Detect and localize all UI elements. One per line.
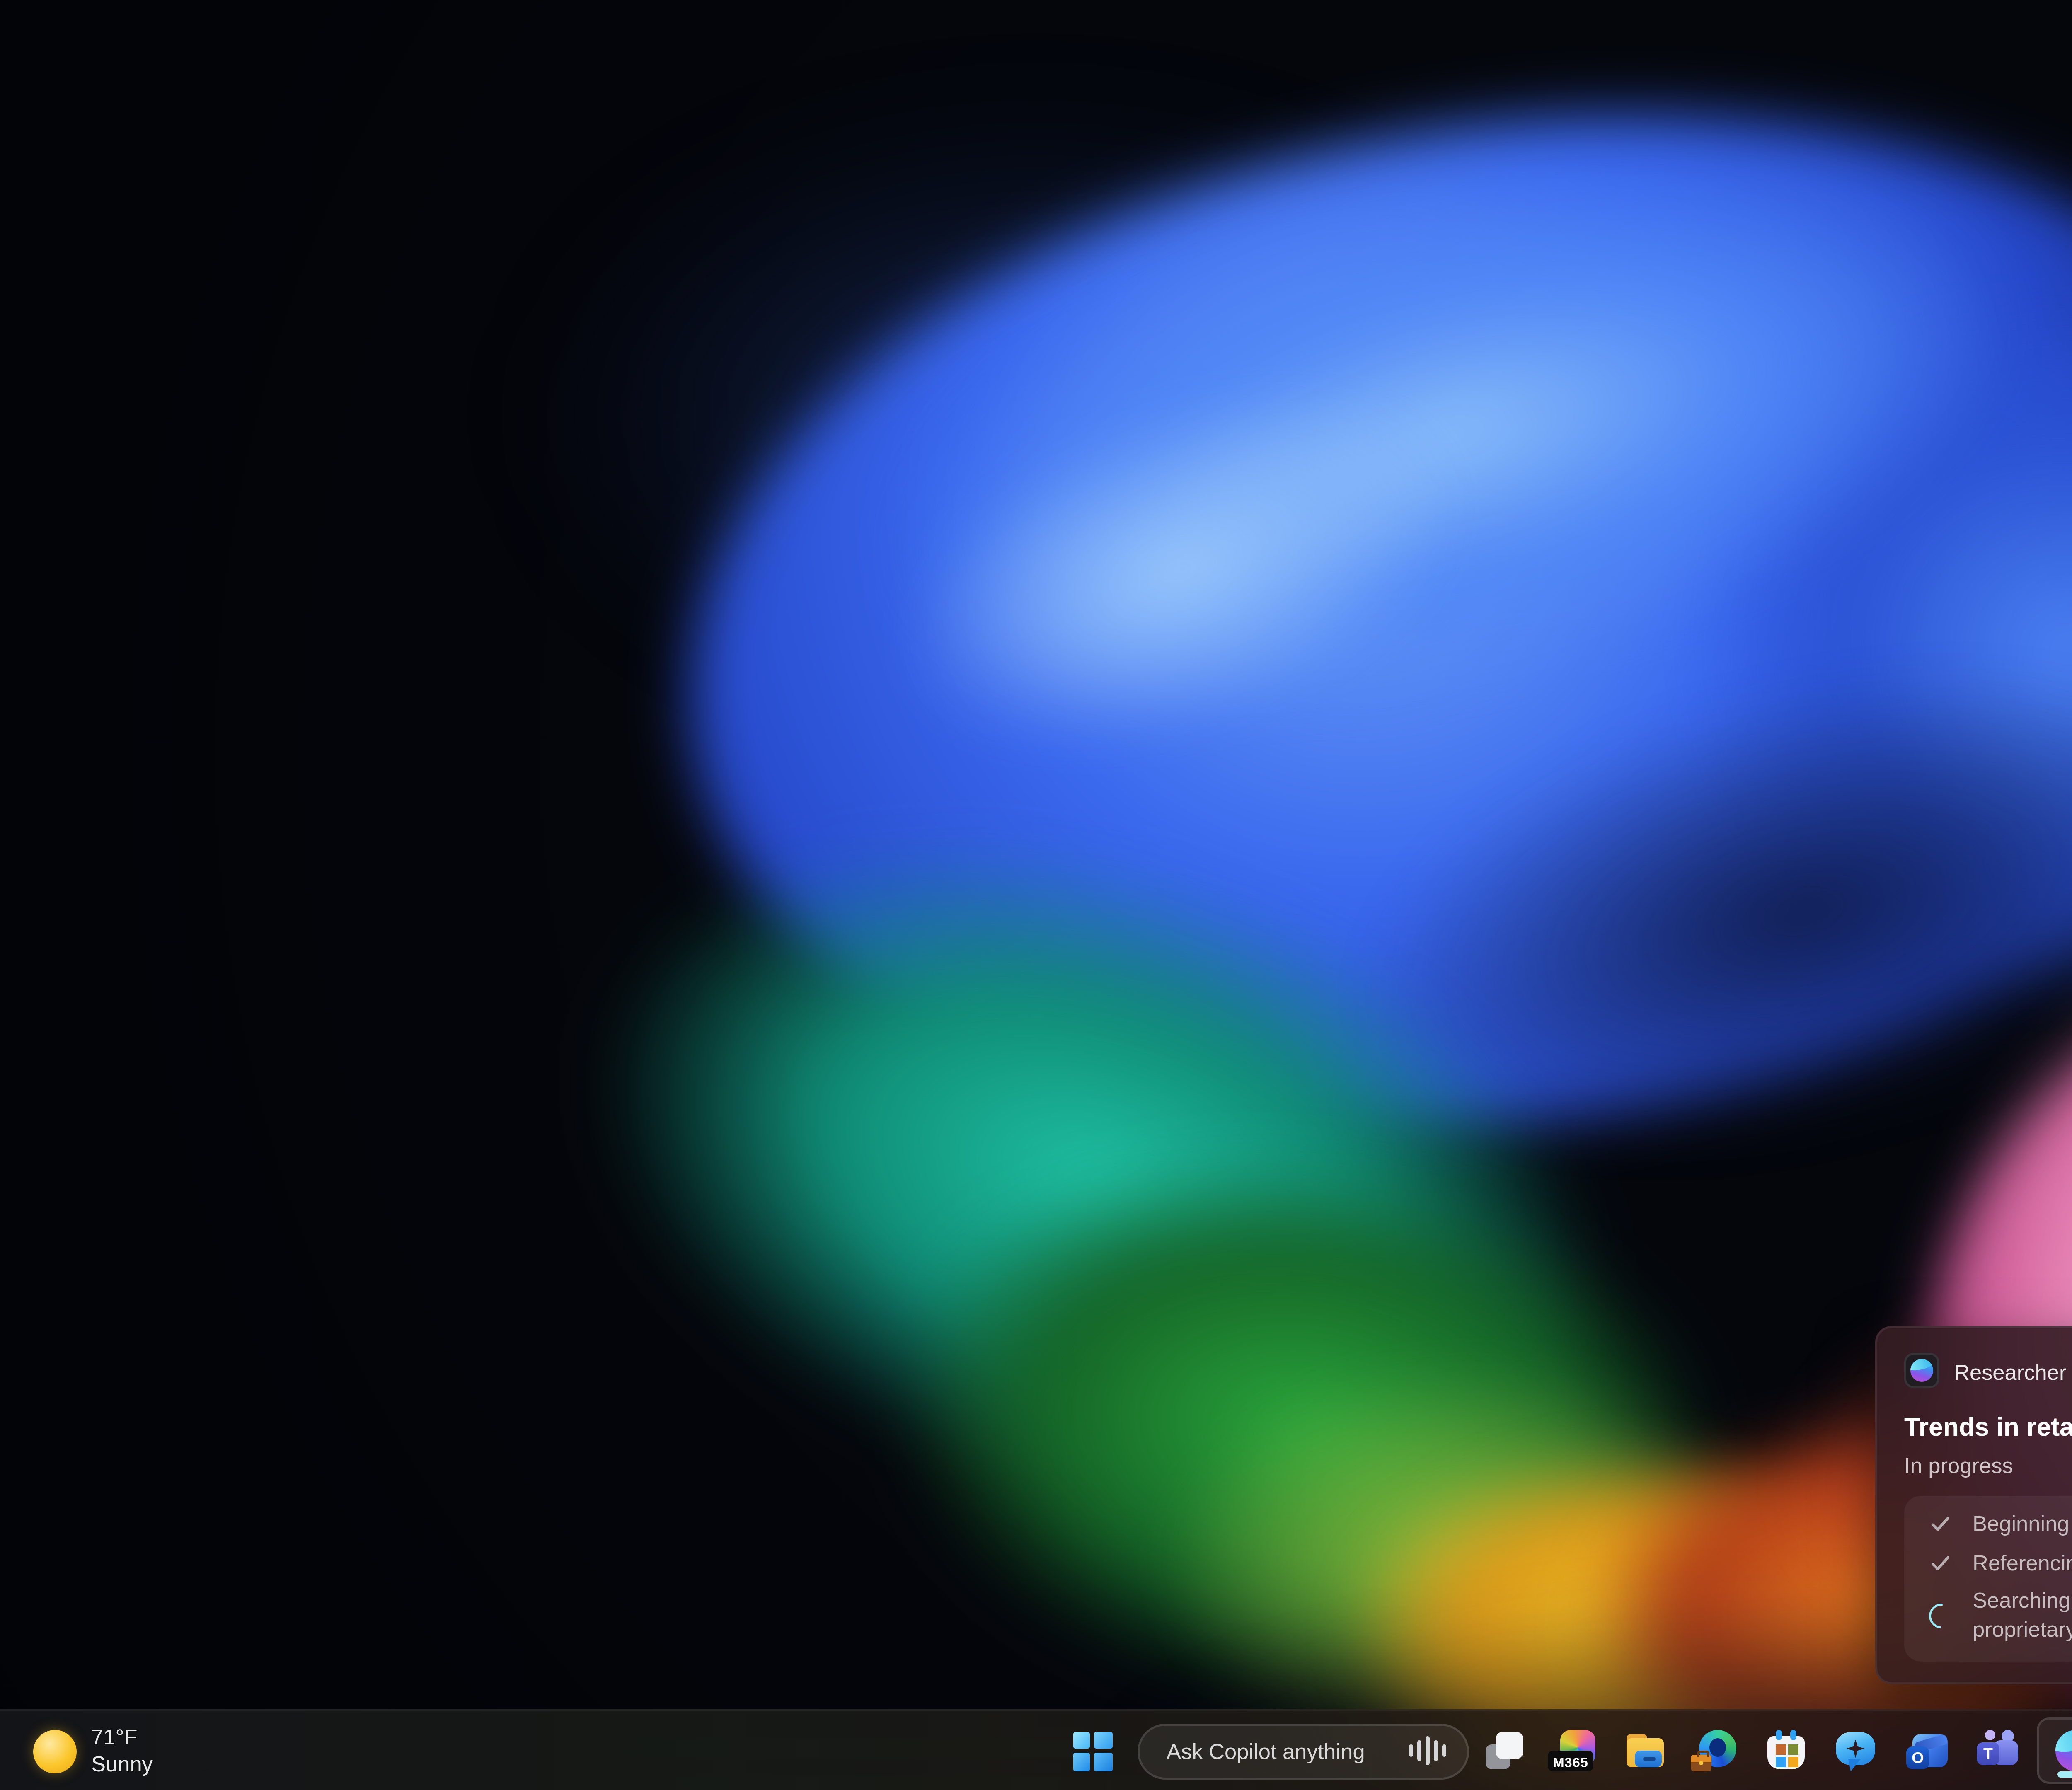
copilot-chat-button[interactable] <box>1821 1717 1892 1784</box>
researcher-sphere-icon <box>1910 1359 1933 1382</box>
file-explorer-button[interactable] <box>1610 1717 1680 1784</box>
researcher-toast[interactable]: Researcher Trends in retail personalizat… <box>1875 1326 2072 1684</box>
toast-title: Trends in retail personalization <box>1904 1413 2072 1442</box>
copilot-chat-icon <box>1836 1730 1877 1771</box>
microsoft-store-icon <box>1765 1730 1807 1771</box>
m365-badge: M365 <box>1548 1751 1593 1771</box>
step-label: Referencing structured invention d… <box>1973 1549 2072 1577</box>
weather-widget[interactable]: 71°F Sunny <box>21 1711 165 1790</box>
toast-step: Searching across public and proprietary … <box>1927 1587 2072 1644</box>
voice-waveform-icon[interactable] <box>1409 1736 1446 1765</box>
toast-step: Referencing structured invention d… <box>1927 1549 2072 1577</box>
step-label: Beginning research <box>1973 1510 2072 1538</box>
microsoft-store-button[interactable] <box>1751 1717 1821 1784</box>
weather-text: 71°F Sunny <box>91 1724 153 1777</box>
outlook-icon: O <box>1906 1730 1948 1771</box>
toast-step: Beginning research <box>1927 1510 2072 1538</box>
edge-briefcase-icon <box>1695 1730 1736 1771</box>
researcher-sphere-icon <box>2055 1730 2072 1771</box>
teams-icon: T <box>1977 1730 2018 1771</box>
outlook-badge: O <box>1906 1746 1929 1769</box>
wallpaper-vignette <box>0 0 2072 1790</box>
edge-button[interactable] <box>1680 1717 1751 1784</box>
start-button[interactable] <box>1065 1717 1119 1784</box>
researcher-app-button-active[interactable] <box>2037 1717 2072 1784</box>
teams-badge: T <box>1977 1742 1999 1765</box>
copilot-search-input[interactable]: Ask Copilot anything <box>1138 1723 1469 1779</box>
progress-spinner-icon <box>1927 1604 1954 1628</box>
toast-status: In progress <box>1904 1452 2072 1477</box>
active-app-indicator <box>2057 1771 2072 1777</box>
outlook-button[interactable]: O <box>1892 1717 1962 1784</box>
toast-header: Researcher <box>1904 1353 2072 1388</box>
task-view-icon <box>1484 1730 1525 1771</box>
step-label: Searching across public and proprietary … <box>1973 1587 2072 1644</box>
taskbar-center: Ask Copilot anything M365 <box>1065 1711 2072 1790</box>
sun-icon <box>33 1729 77 1773</box>
weather-condition: Sunny <box>91 1751 153 1777</box>
check-icon <box>1927 1552 1954 1575</box>
m365-copilot-button[interactable]: M365 <box>1539 1717 1610 1784</box>
file-explorer-icon <box>1624 1730 1666 1771</box>
search-placeholder: Ask Copilot anything <box>1167 1738 1409 1763</box>
researcher-app-icon <box>1904 1353 1939 1388</box>
toast-app-name: Researcher <box>1954 1358 2066 1383</box>
toast-steps-panel: Beginning research Referencing structure… <box>1904 1496 2072 1661</box>
taskbar: 71°F Sunny Ask Copilot anything M365 <box>0 1709 2072 1790</box>
desktop: Researcher Trends in retail personalizat… <box>0 0 2072 1790</box>
m365-copilot-icon: M365 <box>1554 1730 1595 1771</box>
teams-button[interactable]: T <box>1962 1717 2033 1784</box>
windows-logo-icon <box>1072 1731 1112 1771</box>
weather-temp: 71°F <box>91 1724 153 1751</box>
wallpaper <box>0 0 2072 1790</box>
task-view-button[interactable] <box>1469 1717 1539 1784</box>
check-icon <box>1927 1513 1954 1536</box>
